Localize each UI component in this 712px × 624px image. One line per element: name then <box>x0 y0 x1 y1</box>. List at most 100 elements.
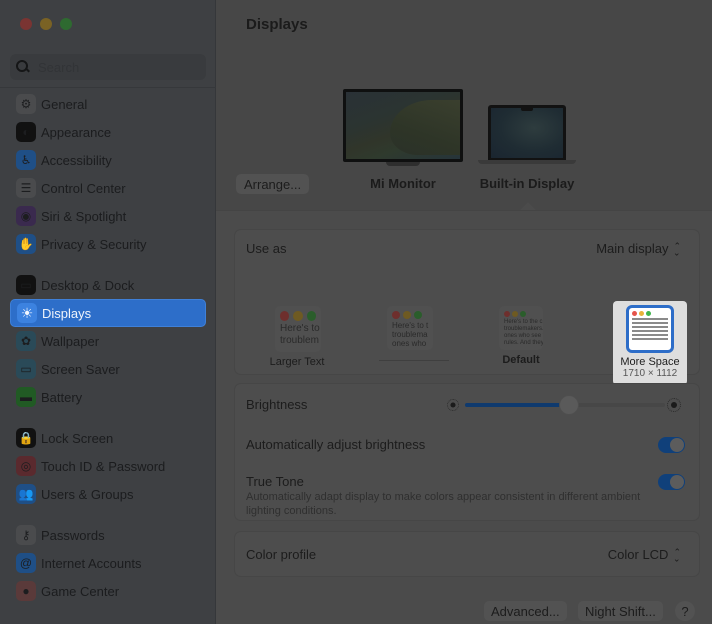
sidebar-item-label: Users & Groups <box>41 486 134 502</box>
sample-text: Here's to the c troublemakers. ones who … <box>504 319 543 346</box>
sidebar-item-control-center[interactable]: ☰ Control Center <box>10 174 206 202</box>
auto-brightness-toggle[interactable] <box>658 437 685 453</box>
sun-bright-icon <box>667 398 681 412</box>
zoom-button[interactable] <box>60 18 72 30</box>
resolution-preview: Here's to troublem <box>275 306 321 352</box>
up-down-chevron-icon: ⌃ ⌃ <box>673 240 681 257</box>
close-button[interactable] <box>20 18 32 30</box>
sidebar-item-label: Passwords <box>41 527 105 543</box>
sidebar-item-users-groups[interactable]: 👥 Users & Groups <box>10 480 206 508</box>
sidebar-item-displays[interactable]: ☀ Displays <box>10 299 206 327</box>
sample-text: Here's to troublem <box>280 323 320 346</box>
settings-area: Use as Main display ⌃ ⌃ Here's to trouble… <box>216 210 712 624</box>
true-tone-label: True Tone <box>246 474 304 489</box>
advanced-button[interactable]: Advanced... <box>484 601 567 621</box>
sidebar-item-game-center[interactable]: ● Game Center <box>10 577 206 605</box>
auto-brightness-label: Automatically adjust brightness <box>246 437 426 452</box>
window-dots <box>275 306 321 321</box>
at-icon: @ <box>16 553 36 573</box>
gear-icon: ⚙ <box>16 94 36 114</box>
sidebar-item-label: Displays <box>42 305 92 321</box>
resolution-preview <box>626 305 674 353</box>
sidebar-item-label: Accessibility <box>41 152 112 168</box>
resolution-option-2[interactable]: Here's to t troublema ones who <box>369 306 459 361</box>
resolution-label: Larger Text <box>269 356 325 368</box>
night-shift-button[interactable]: Night Shift... <box>578 601 663 621</box>
search-field[interactable] <box>10 54 206 80</box>
sidebar-item-appearance[interactable]: ◐ Appearance <box>10 118 206 146</box>
sidebar-item-accessibility[interactable]: ♿ Accessibility <box>10 146 206 174</box>
brightness-label: Brightness <box>246 397 308 412</box>
sidebar-item-label: Internet Accounts <box>41 555 142 571</box>
true-tone-description: Automatically adapt display to make colo… <box>246 491 641 517</box>
wallpaper-preview <box>346 92 460 159</box>
sidebar-item-battery[interactable]: ▬ Battery <box>10 383 206 411</box>
sidebar-item-touch-id-password[interactable]: ◎ Touch ID & Password <box>10 452 206 480</box>
sidebar-item-siri-spotlight[interactable]: ◉ Siri & Spotlight <box>10 202 206 230</box>
color-profile-panel: Color profile Color LCD ⌃ ⌃ <box>234 531 700 577</box>
resolution-separator <box>379 360 449 361</box>
sidebar-item-passwords[interactable]: ⚷ Passwords <box>10 521 206 549</box>
resolution-detail: 1710 × 1112 <box>622 368 678 379</box>
sidebar-item-wallpaper[interactable]: ✿ Wallpaper <box>10 327 206 355</box>
sun-dim-icon <box>447 399 459 411</box>
key-icon: ⚷ <box>16 525 36 545</box>
resolution-label: More Space <box>620 356 680 368</box>
sidebar-item-desktop-dock[interactable]: ▭ Desktop & Dock <box>10 271 206 299</box>
sidebar-item-label: Game Center <box>41 583 120 599</box>
sidebar-item-internet-accounts[interactable]: @ Internet Accounts <box>10 549 206 577</box>
laptop-base <box>478 160 576 164</box>
resolution-more-space[interactable]: More Space 1710 × 1112 <box>613 301 687 385</box>
wallpaper-preview <box>491 108 563 158</box>
arrange-button[interactable]: Arrange... <box>236 174 310 194</box>
sidebar-item-general[interactable]: ⚙ General <box>10 90 206 118</box>
sidebar-item-label: Wallpaper <box>41 333 100 349</box>
minimize-button[interactable] <box>40 18 52 30</box>
resolution-preview: Here's to t troublema ones who <box>387 306 433 350</box>
sidebar-item-label: Battery <box>41 389 83 405</box>
sidebar-item-label: Appearance <box>41 124 112 140</box>
sidebar-item-label: Control Center <box>41 180 126 196</box>
color-profile-value: Color LCD <box>607 547 669 562</box>
display-label-mi-monitor[interactable]: Mi Monitor <box>343 176 463 191</box>
slider-knob[interactable] <box>559 395 579 415</box>
sidebar-item-label: Desktop & Dock <box>41 277 135 293</box>
selection-indicator <box>520 202 536 210</box>
sidebar-item-label: General <box>41 96 88 112</box>
true-tone-toggle[interactable] <box>658 474 685 490</box>
resolution-label: Default <box>502 354 540 366</box>
up-down-chevron-icon: ⌃ ⌃ <box>673 546 681 563</box>
sidebar-item-screen-saver[interactable]: ▭ Screen Saver <box>10 355 206 383</box>
help-button[interactable]: ? <box>675 601 695 621</box>
divider <box>0 87 216 88</box>
display-built-in[interactable] <box>488 105 566 160</box>
accessibility-icon: ♿ <box>16 150 36 170</box>
sidebar-item-label: Screen Saver <box>41 361 120 377</box>
fingerprint-icon: ◎ <box>16 456 36 476</box>
resolution-default[interactable]: Here's to the c troublemakers. ones who … <box>481 306 561 366</box>
main-pane: Displays Arrange... Mi Monitor Built-in … <box>216 0 712 624</box>
hand-icon: ✋ <box>16 234 36 254</box>
sidebar-item-lock-screen[interactable]: 🔒 Lock Screen <box>10 424 206 452</box>
color-profile-popup[interactable]: Color LCD ⌃ ⌃ <box>607 546 681 563</box>
resolution-larger-text[interactable]: Here's to troublem Larger Text <box>257 306 337 368</box>
window-dots <box>499 306 543 317</box>
resolution-preview: Here's to the c troublemakers. ones who … <box>499 306 543 350</box>
dock-icon: ▭ <box>16 275 36 295</box>
brightness-slider[interactable] <box>465 395 665 415</box>
search-input[interactable] <box>38 59 188 75</box>
sidebar-item-privacy-security[interactable]: ✋ Privacy & Security <box>10 230 206 258</box>
sidebar-item-label: Siri & Spotlight <box>41 208 127 224</box>
use-as-popup[interactable]: Main display ⌃ ⌃ <box>596 240 681 257</box>
display-label-built-in[interactable]: Built-in Display <box>468 176 586 191</box>
sidebar-item-label: Privacy & Security <box>41 236 147 252</box>
use-as-panel: Use as Main display ⌃ ⌃ Here's to trouble… <box>234 229 700 385</box>
use-as-label: Use as <box>246 241 287 256</box>
brightness-panel: Brightness Automatically adjust brightne… <box>234 383 700 521</box>
use-as-value: Main display <box>596 241 669 256</box>
display-mi-monitor[interactable] <box>343 89 463 162</box>
screen-saver-icon: ▭ <box>16 359 36 379</box>
